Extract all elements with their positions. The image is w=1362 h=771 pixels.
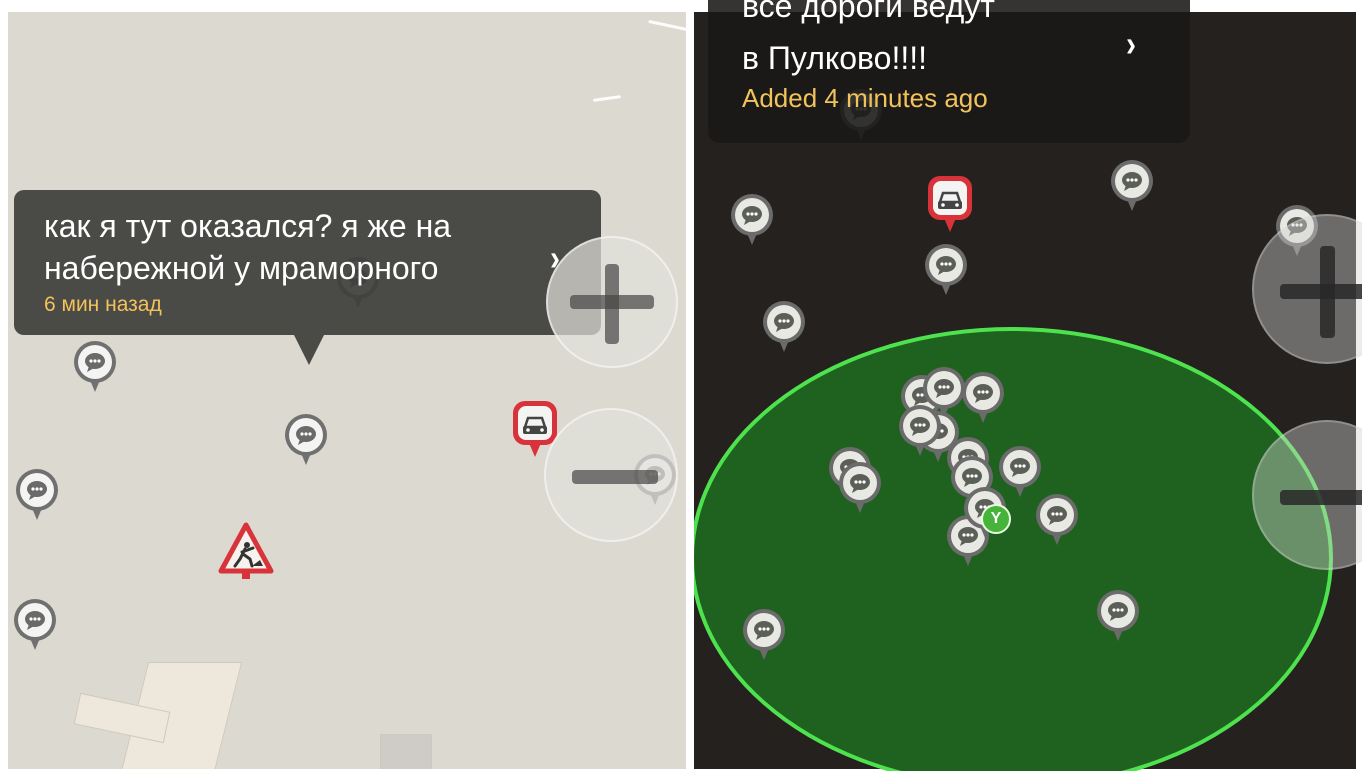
chat-bubble-icon[interactable]: [11, 596, 59, 652]
chat-bubble-icon[interactable]: [836, 459, 884, 515]
chat-bubble-icon[interactable]: [760, 298, 808, 354]
map-road-block: [380, 734, 432, 769]
panel-divider: [686, 0, 694, 771]
map-road-line: [592, 95, 622, 102]
zoom-in-button[interactable]: [546, 236, 678, 368]
chat-bubble-icon[interactable]: [740, 606, 788, 662]
chevron-right-icon[interactable]: ›: [1126, 25, 1136, 66]
minus-icon: [572, 470, 658, 484]
callout-message-line-1: как я тут оказался? я же на: [44, 208, 452, 244]
chat-bubble-icon[interactable]: [1108, 157, 1156, 213]
car-accident-icon[interactable]: [926, 174, 974, 232]
message-callout[interactable]: все дороги ведут в Пулково!!!! Added 4 m…: [708, 0, 1190, 143]
message-callout[interactable]: как я тут оказался? я же на набережной у…: [14, 190, 601, 365]
roadworks-icon[interactable]: [218, 521, 274, 583]
search-radius-circle: [690, 327, 1333, 771]
app-screenshot: как я тут оказался? я же на набережной у…: [0, 0, 1362, 771]
chat-bubble-icon[interactable]: [282, 411, 330, 467]
plus-icon-vertical: [1320, 246, 1335, 338]
zoom-out-button[interactable]: [544, 408, 678, 542]
chat-bubble-icon[interactable]: [1033, 491, 1081, 547]
map-road-line: [648, 19, 686, 32]
plus-icon-vertical: [605, 264, 619, 344]
chat-bubble-icon[interactable]: [959, 369, 1007, 425]
callout-message-line-2: в Пулково!!!!: [742, 40, 928, 76]
callout-message-line-2: набережной у мраморного: [44, 250, 439, 286]
chat-bubble-icon[interactable]: [1094, 587, 1142, 643]
user-location-icon[interactable]: Y: [981, 504, 1011, 534]
minus-icon: [1280, 490, 1362, 505]
chat-bubble-icon[interactable]: [13, 466, 61, 522]
chat-bubble-icon[interactable]: [896, 402, 944, 458]
chat-bubble-icon[interactable]: [728, 191, 776, 247]
callout-timestamp: Added 4 minutes ago: [742, 83, 988, 113]
chat-bubble-icon[interactable]: [922, 241, 970, 297]
callout-timestamp: 6 мин назад: [44, 293, 162, 316]
chat-bubble-icon[interactable]: [71, 338, 119, 394]
callout-message-line-1: все дороги ведут: [742, 0, 995, 24]
